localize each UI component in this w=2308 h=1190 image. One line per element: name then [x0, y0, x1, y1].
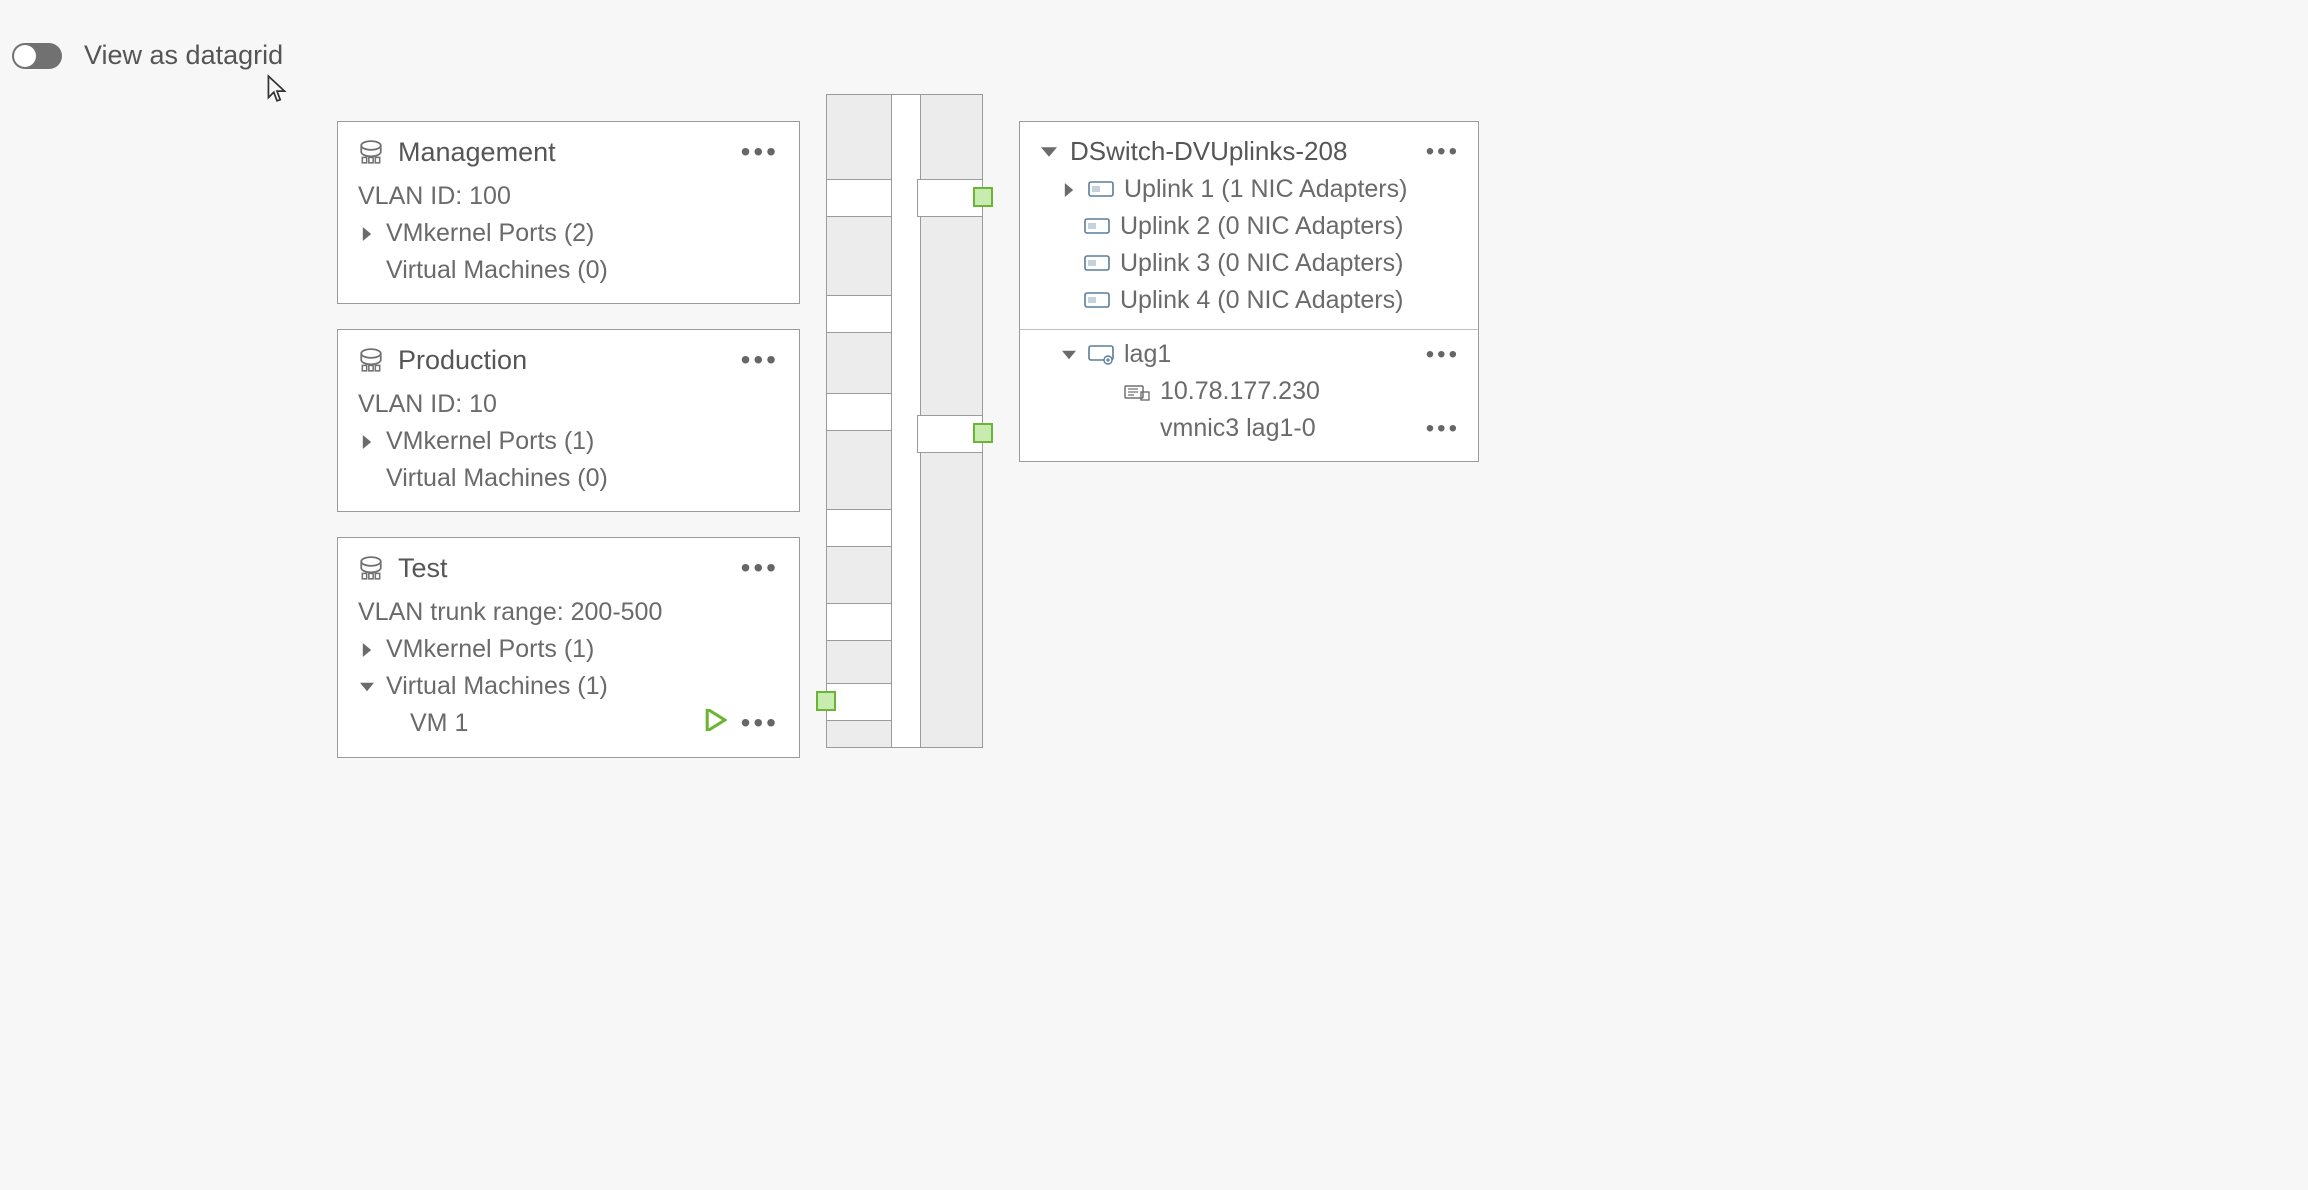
- lag-actions-menu[interactable]: •••: [1426, 341, 1460, 369]
- nic-icon: [1084, 254, 1110, 274]
- topology-branch: [827, 683, 892, 721]
- virtual-machines-row[interactable]: Virtual Machines (1): [358, 672, 779, 701]
- virtual-machines-label: Virtual Machines (0): [386, 256, 608, 285]
- uplink-group-card: DSwitch-DVUplinks-208 ••• Uplink 1 (1 NI…: [1019, 121, 1479, 462]
- uplink-label: Uplink 4 (0 NIC Adapters): [1120, 286, 1403, 315]
- uplink-row[interactable]: Uplink 2 (0 NIC Adapters): [1038, 212, 1460, 241]
- uplink-status-indicator: [973, 423, 993, 443]
- port-group-actions-menu[interactable]: •••: [741, 552, 779, 584]
- vmkernel-ports-row[interactable]: VMkernel Ports (1): [358, 635, 779, 664]
- lag-name: lag1: [1124, 340, 1171, 369]
- chevron-right-icon: [358, 227, 376, 241]
- vmkernel-ports-label: VMkernel Ports (1): [386, 635, 594, 664]
- nic-icon: [1084, 217, 1110, 237]
- view-as-datagrid-toggle[interactable]: [12, 43, 62, 69]
- topology-branch: [827, 179, 892, 217]
- vlan-label: VLAN ID: 100: [358, 182, 779, 211]
- port-group-card-production: Production ••• VLAN ID: 10 VMkernel Port…: [337, 329, 800, 512]
- cursor-icon: [266, 74, 288, 104]
- uplink-row[interactable]: Uplink 4 (0 NIC Adapters): [1038, 286, 1460, 315]
- lag-nic-row[interactable]: vmnic3 lag1-0 •••: [1038, 414, 1460, 443]
- divider: [1020, 329, 1478, 330]
- topology-branch: [827, 295, 892, 333]
- vm-power-on-icon[interactable]: [705, 709, 727, 738]
- topology-branch: [827, 603, 892, 641]
- vm-row[interactable]: VM 1 •••: [358, 707, 779, 739]
- vm-name: VM 1: [410, 709, 705, 738]
- chevron-down-icon: [1060, 348, 1078, 362]
- port-group-card-management: Management ••• VLAN ID: 100 VMkernel Por…: [337, 121, 800, 304]
- nic-icon: [1084, 291, 1110, 311]
- toggle-knob: [14, 45, 36, 67]
- lag-nic-label: vmnic3 lag1-0: [1160, 414, 1316, 443]
- uplink-label: Uplink 1 (1 NIC Adapters): [1124, 175, 1407, 204]
- virtual-machines-row[interactable]: Virtual Machines (0): [358, 464, 779, 493]
- host-icon: [1124, 382, 1150, 402]
- vmkernel-ports-row[interactable]: VMkernel Ports (2): [358, 219, 779, 248]
- virtual-machines-label: Virtual Machines (1): [386, 672, 608, 701]
- uplink-row[interactable]: Uplink 1 (1 NIC Adapters): [1038, 175, 1460, 204]
- virtual-machines-row[interactable]: Virtual Machines (0): [358, 256, 779, 285]
- lag-row[interactable]: lag1 •••: [1038, 340, 1460, 369]
- nic-icon: [1088, 180, 1114, 200]
- uplink-row[interactable]: Uplink 3 (0 NIC Adapters): [1038, 249, 1460, 278]
- chevron-down-icon[interactable]: [1038, 144, 1060, 160]
- chevron-right-icon: [1060, 183, 1078, 197]
- vm-actions-menu[interactable]: •••: [741, 707, 779, 739]
- port-group-icon: [358, 347, 384, 373]
- vlan-label: VLAN ID: 10: [358, 390, 779, 419]
- port-group-title: Management: [398, 137, 727, 168]
- topology-branch: [827, 509, 892, 547]
- vm-status-indicator: [816, 691, 836, 711]
- uplink-group-actions-menu[interactable]: •••: [1426, 138, 1460, 166]
- virtual-machines-label: Virtual Machines (0): [386, 464, 608, 493]
- uplink-label: Uplink 2 (0 NIC Adapters): [1120, 212, 1403, 241]
- chevron-right-icon: [358, 435, 376, 449]
- vmkernel-ports-label: VMkernel Ports (1): [386, 427, 594, 456]
- uplink-group-title: DSwitch-DVUplinks-208: [1070, 136, 1416, 167]
- uplink-label: Uplink 3 (0 NIC Adapters): [1120, 249, 1403, 278]
- lag-icon: [1088, 345, 1114, 365]
- port-group-icon: [358, 555, 384, 581]
- chevron-right-icon: [358, 643, 376, 657]
- view-as-datagrid-label: View as datagrid: [84, 40, 283, 71]
- uplink-status-indicator: [973, 187, 993, 207]
- chevron-down-icon: [358, 680, 376, 694]
- port-group-title: Test: [398, 553, 727, 584]
- port-group-actions-menu[interactable]: •••: [741, 344, 779, 376]
- port-group-card-test: Test ••• VLAN trunk range: 200-500 VMker…: [337, 537, 800, 758]
- vmkernel-ports-label: VMkernel Ports (2): [386, 219, 594, 248]
- lag-host-label: 10.78.177.230: [1160, 377, 1320, 406]
- topology-connector: [826, 94, 983, 748]
- lag-nic-actions-menu[interactable]: •••: [1426, 415, 1460, 443]
- topology-branch: [827, 393, 892, 431]
- port-group-title: Production: [398, 345, 727, 376]
- lag-host-row[interactable]: 10.78.177.230: [1038, 377, 1460, 406]
- vmkernel-ports-row[interactable]: VMkernel Ports (1): [358, 427, 779, 456]
- vlan-label: VLAN trunk range: 200-500: [358, 598, 779, 627]
- port-group-actions-menu[interactable]: •••: [741, 136, 779, 168]
- port-group-icon: [358, 139, 384, 165]
